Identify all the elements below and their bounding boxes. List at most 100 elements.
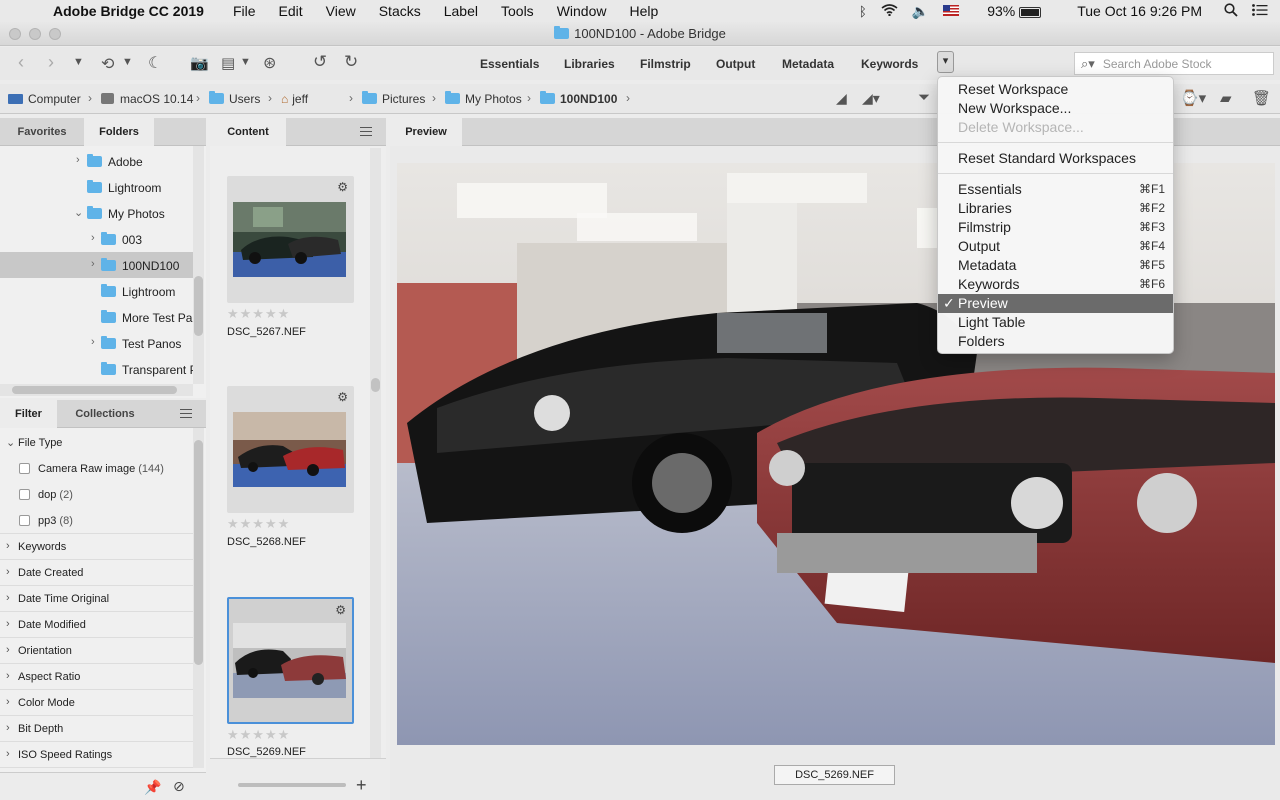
tab-collections[interactable]: Collections bbox=[57, 400, 153, 428]
filter-category-iso-speed-ratings[interactable]: › ISO Speed Ratings bbox=[0, 742, 193, 768]
breadcrumb-computer[interactable]: Computer bbox=[8, 92, 81, 106]
menu-item-light-table[interactable]: Light Table bbox=[938, 313, 1173, 332]
back-icon[interactable]: ‹ bbox=[18, 52, 24, 73]
filter-option[interactable]: dop (2) bbox=[0, 482, 193, 508]
chevron-right-icon[interactable]: › bbox=[268, 91, 272, 105]
menu-item-keywords[interactable]: Keywords ⌘F6 bbox=[938, 275, 1173, 294]
rating-stars[interactable]: ★★★★★ bbox=[227, 516, 290, 532]
volume-icon[interactable]: 🔈 bbox=[912, 3, 929, 20]
filter-scrollbar[interactable] bbox=[193, 428, 204, 768]
workspace-libraries[interactable]: Libraries bbox=[564, 57, 615, 71]
tab-filter[interactable]: Filter bbox=[0, 400, 57, 428]
menu-tools[interactable]: Tools bbox=[501, 3, 534, 19]
zoom-window-button[interactable] bbox=[49, 28, 61, 40]
filter-category-orientation[interactable]: › Orientation bbox=[0, 638, 193, 664]
breadcrumb-users[interactable]: Users bbox=[209, 91, 260, 106]
recent-history-icon[interactable]: ⟲ bbox=[101, 54, 114, 74]
bluetooth-icon[interactable]: ᛒ bbox=[859, 4, 867, 19]
chevron-right-icon[interactable]: › bbox=[6, 670, 10, 682]
menu-item-filmstrip[interactable]: Filmstrip ⌘F3 bbox=[938, 218, 1173, 237]
filter-category-keywords[interactable]: › Keywords bbox=[0, 534, 193, 560]
folder-row[interactable]: Transparent P bbox=[0, 356, 193, 382]
menu-item-essentials[interactable]: Essentials ⌘F1 bbox=[938, 180, 1173, 199]
close-window-button[interactable] bbox=[9, 28, 21, 40]
menu-stacks[interactable]: Stacks bbox=[379, 3, 421, 19]
chevron-right-icon[interactable]: › bbox=[6, 748, 10, 760]
filter-category-date-time-original[interactable]: › Date Time Original bbox=[0, 586, 193, 612]
menu-window[interactable]: Window bbox=[557, 3, 607, 19]
rating-stars[interactable]: ★★★★★ bbox=[227, 306, 290, 322]
thumbnail-card[interactable]: ⚙ bbox=[227, 386, 354, 513]
filter-option[interactable]: pp3 (8) bbox=[0, 508, 193, 534]
workspace-metadata[interactable]: Metadata bbox=[782, 57, 834, 71]
rating-stars[interactable]: ★★★★★ bbox=[227, 727, 290, 743]
panel-menu-icon[interactable] bbox=[360, 127, 372, 136]
tab-folders[interactable]: Folders bbox=[84, 118, 154, 146]
chevron-right-icon[interactable]: › bbox=[91, 232, 95, 244]
workspace-essentials[interactable]: Essentials bbox=[480, 57, 539, 71]
chevron-right-icon[interactable]: › bbox=[91, 336, 95, 348]
filter-category-color-mode[interactable]: › Color Mode bbox=[0, 690, 193, 716]
folders-h-scrollbar[interactable] bbox=[0, 384, 193, 396]
filter-category-bit-depth[interactable]: › Bit Depth bbox=[0, 716, 193, 742]
menu-edit[interactable]: Edit bbox=[279, 3, 303, 19]
filter-category-date-created[interactable]: › Date Created bbox=[0, 560, 193, 586]
thumbnail-card-selected[interactable]: ⚙ bbox=[227, 597, 354, 724]
chevron-right-icon[interactable]: › bbox=[6, 592, 10, 604]
chevron-right-icon[interactable]: › bbox=[6, 644, 10, 656]
menu-item-output[interactable]: Output ⌘F4 bbox=[938, 237, 1173, 256]
chevron-down-icon[interactable]: ▼ bbox=[240, 56, 251, 68]
camera-import-icon[interactable]: 📷 bbox=[190, 54, 209, 72]
menu-help[interactable]: Help bbox=[629, 3, 658, 19]
creative-cloud-icon[interactable]: ⊛ bbox=[263, 53, 276, 73]
rotate-left-icon[interactable]: ↺ bbox=[313, 52, 327, 72]
menu-item-new-workspace[interactable]: New Workspace... bbox=[938, 99, 1173, 118]
thumbnail-card[interactable]: ⚙ bbox=[227, 176, 354, 303]
refine-icon[interactable]: ▤ bbox=[221, 54, 235, 72]
panel-menu-icon[interactable] bbox=[180, 409, 192, 418]
filter-icon[interactable]: ⏷ bbox=[918, 89, 930, 106]
folder-row[interactable]: › 003 bbox=[0, 226, 193, 252]
scrollbar-thumb[interactable] bbox=[12, 386, 177, 394]
scrollbar-thumb[interactable] bbox=[371, 378, 380, 392]
filter-checkbox[interactable] bbox=[19, 489, 30, 500]
quality-options-icon[interactable]: ◢ bbox=[836, 90, 847, 107]
search-adobe-stock-input[interactable]: ⌕▾ Search Adobe Stock bbox=[1074, 52, 1274, 75]
folder-row[interactable]: More Test Par bbox=[0, 304, 193, 330]
workspace-output[interactable]: Output bbox=[716, 57, 755, 71]
chevron-down-icon[interactable]: ▼ bbox=[122, 56, 133, 68]
chevron-right-icon[interactable]: › bbox=[6, 722, 10, 734]
folders-scrollbar[interactable] bbox=[193, 146, 204, 384]
chevron-right-icon[interactable]: › bbox=[626, 91, 630, 105]
menu-label[interactable]: Label bbox=[444, 3, 478, 19]
chevron-right-icon[interactable]: › bbox=[76, 154, 80, 166]
filter-category-aspect-ratio[interactable]: › Aspect Ratio bbox=[0, 664, 193, 690]
chevron-right-icon[interactable]: › bbox=[6, 540, 10, 552]
forward-icon[interactable]: › bbox=[48, 52, 54, 73]
chevron-right-icon[interactable]: › bbox=[6, 618, 10, 630]
chevron-down-icon[interactable]: ▼ bbox=[73, 56, 84, 68]
add-icon[interactable]: + bbox=[356, 775, 367, 796]
folder-row[interactable]: Lightroom bbox=[0, 174, 193, 200]
folder-row[interactable]: › Adobe bbox=[0, 148, 193, 174]
scrollbar-thumb[interactable] bbox=[194, 440, 203, 665]
filter-option[interactable]: Camera Raw image (144) bbox=[0, 456, 193, 482]
chevron-right-icon[interactable]: › bbox=[432, 91, 436, 105]
folder-row[interactable]: ⌄ My Photos bbox=[0, 200, 193, 226]
chevron-right-icon[interactable]: › bbox=[6, 696, 10, 708]
chevron-right-icon[interactable]: › bbox=[196, 91, 200, 105]
menu-item-preview[interactable]: ✓ Preview bbox=[938, 294, 1173, 313]
tab-content[interactable]: Content bbox=[210, 118, 286, 146]
open-recent-icon[interactable]: ⌚▾ bbox=[1180, 89, 1206, 107]
breadcrumb-pictures[interactable]: Pictures bbox=[362, 91, 425, 106]
minimize-window-button[interactable] bbox=[29, 28, 41, 40]
trash-icon[interactable]: 🗑 bbox=[1252, 89, 1271, 107]
workspace-filmstrip[interactable]: Filmstrip bbox=[640, 57, 691, 71]
clock[interactable]: Tue Oct 16 9:26 PM bbox=[1077, 3, 1202, 19]
notification-center-icon[interactable] bbox=[1252, 3, 1268, 19]
menu-view[interactable]: View bbox=[326, 3, 356, 19]
folder-row[interactable]: › Test Panos bbox=[0, 330, 193, 356]
sort-icon[interactable]: ◢▾ bbox=[862, 90, 880, 107]
breadcrumb-jeff[interactable]: ⌂ jeff bbox=[281, 92, 308, 106]
menu-item-folders[interactable]: Folders bbox=[938, 332, 1173, 351]
